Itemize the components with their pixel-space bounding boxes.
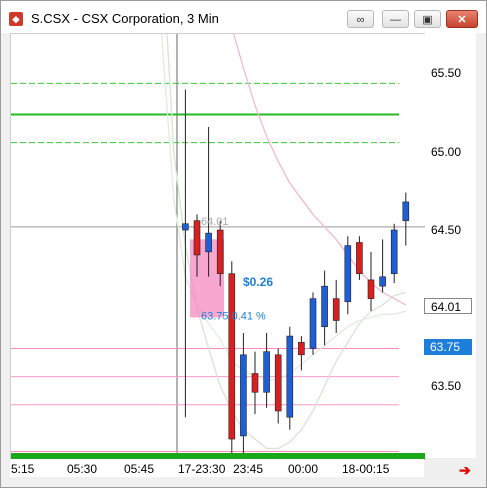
close-button[interactable]: ✕	[446, 10, 478, 28]
candle-body-26	[321, 285, 328, 328]
candle-body-29	[356, 242, 363, 274]
time-label-2330: 17-23:30	[178, 462, 226, 476]
price-label-65-50: 65.50	[431, 66, 462, 80]
time-label-0515: 5:15	[11, 462, 35, 476]
candle-body-23	[286, 335, 294, 418]
candle-body-15	[193, 220, 201, 256]
time-label-2345: 23:45	[233, 462, 264, 476]
candle-body-19	[240, 354, 247, 437]
candle-body-30	[367, 279, 375, 299]
chart-plot-area[interactable]: 64.01 $0.26 63.75 0.41 %	[10, 33, 426, 460]
candle-body-24	[298, 342, 305, 356]
candle-body-17	[216, 229, 224, 274]
candle-body-18	[228, 273, 236, 440]
candle-body-21	[263, 351, 270, 393]
scroll-right-arrow-icon[interactable]: ➔	[459, 462, 471, 479]
change-line-annotation: 63.75 0.41 %	[201, 310, 266, 322]
change-amount-annotation: $0.26	[243, 275, 273, 289]
price-label-64-50: 64.50	[431, 223, 462, 237]
time-label-0530: 05:30	[67, 462, 98, 476]
candle-body-33	[402, 201, 410, 221]
app-icon: ◆	[9, 12, 23, 26]
candle-body-25	[309, 298, 317, 349]
link-button[interactable]: ∞	[347, 10, 374, 28]
last-price-flag: 64.01	[424, 298, 472, 314]
price-scale[interactable]	[425, 33, 476, 458]
window-title: S.CSX - CSX Corporation, 3 Min	[31, 11, 219, 26]
candlestick-chart[interactable]: 64.01 $0.26 63.75 0.41 %	[11, 34, 425, 459]
maximize-button[interactable]: ▣	[414, 10, 441, 28]
title-bar[interactable]: ◆ S.CSX - CSX Corporation, 3 Min ∞ — ▣ ✕	[1, 1, 486, 33]
time-label-0015: 18-00:15	[342, 462, 390, 476]
time-label-0545: 05:45	[124, 462, 155, 476]
candle-body-28	[344, 245, 352, 303]
minimize-button[interactable]: —	[382, 10, 409, 28]
candle-body-22	[274, 354, 282, 412]
gap-price-annotation: 64.01	[201, 216, 229, 228]
candle-body-27	[332, 298, 340, 321]
price-label-63-50: 63.50	[431, 379, 462, 393]
price-label-65-00: 65.00	[431, 145, 462, 159]
candle-body-20	[251, 373, 259, 393]
band-line-1	[161, 34, 406, 381]
candle-body-31	[379, 276, 386, 287]
time-label-0000: 00:00	[288, 462, 319, 476]
candle-body-14	[182, 223, 189, 231]
marker-price-flag: 63.75	[424, 339, 472, 355]
candle-body-16	[205, 232, 212, 253]
candle-body-32	[390, 229, 398, 274]
